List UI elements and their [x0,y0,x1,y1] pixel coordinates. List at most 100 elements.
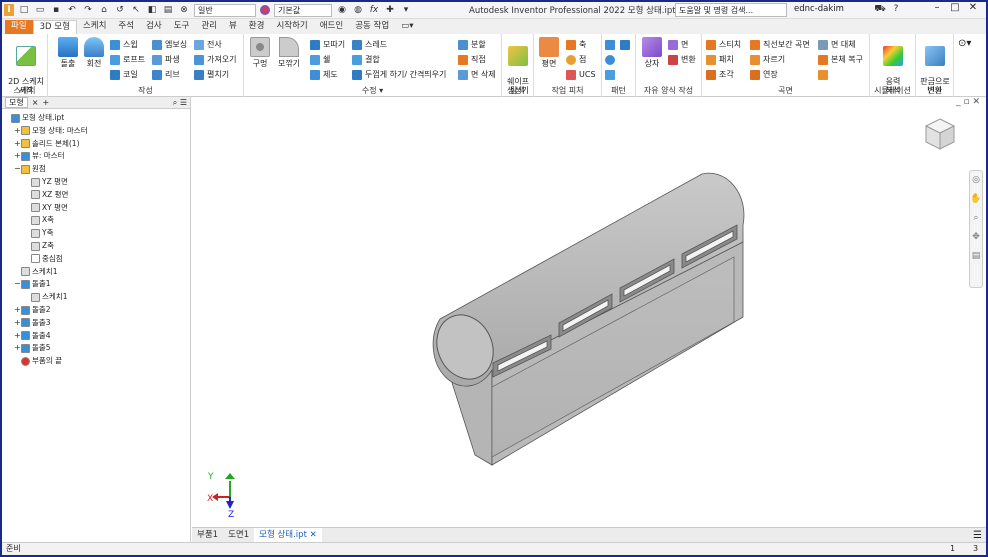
tree-node[interactable]: + 돌출5 [14,342,51,354]
freeform-convert-button[interactable]: 변환 [668,54,696,66]
steering-wheel-icon[interactable]: ◎ [970,171,982,190]
tab-view[interactable]: 뷰 [223,20,243,34]
tree-node[interactable]: Z축 [24,240,54,252]
add-browser-icon[interactable]: + [42,98,49,107]
inventor-logo-icon[interactable]: I [4,4,14,16]
tree-expander-icon[interactable]: − [14,163,21,175]
thicken-button[interactable]: 두껍게 하기/ 간격띄우기 [352,69,446,81]
appearance-dropdown[interactable]: 기본값 [274,3,332,17]
view-cube[interactable] [924,118,956,150]
viewport-window-controls[interactable]: _ ▫ ✕ [956,97,980,107]
doc-tab-active[interactable]: 모형 상태.ipt ✕ [254,528,322,542]
plane-button[interactable]: 평면 [538,37,560,68]
circ-pattern-button[interactable] [605,54,618,66]
help-icon[interactable]: ? [890,3,902,15]
fillet-button[interactable]: 모깎기 [276,37,302,68]
undo-icon[interactable]: ↶ [66,4,78,16]
tree-expander-icon[interactable]: + [14,317,21,329]
sketch-pattern-button[interactable] [605,69,618,81]
cart-icon[interactable]: ⛟ [874,3,886,15]
tree-node[interactable]: 스케치1 [14,266,57,278]
tree-node[interactable]: + 돌출2 [14,304,51,316]
close-browser-icon[interactable]: × [32,98,39,107]
tree-expander-icon[interactable]: + [14,330,21,342]
direct-button[interactable]: 직접 [458,54,486,66]
tree-node[interactable]: + 모형 상태: 마스터 [14,125,88,137]
appearance-icon[interactable]: ◍ [352,4,364,16]
home-icon[interactable]: ⌂ [98,4,110,16]
cancel-icon[interactable]: ⊗ [178,4,190,16]
chamfer-button[interactable]: 모따기 [310,39,345,51]
rib-button[interactable]: 리브 [152,69,180,81]
help-search-input[interactable]: 도움말 및 명령 검색... [675,3,787,17]
workspace-dropdown[interactable]: 일반 [194,3,256,17]
tab-collaborate[interactable]: 공동 작업 [349,20,395,34]
loft-button[interactable]: 로프트 [110,54,145,66]
graphics-viewport[interactable]: Y X Z _ ▫ ✕ ◎ ✋ ⌕ ✥ ▤ [192,97,986,527]
revolve-button[interactable]: 회전 [82,37,106,68]
tree-node[interactable]: 모형 상태.ipt [4,112,64,124]
tab-inspect[interactable]: 검사 [140,20,168,34]
tab-get-started[interactable]: 시작하기 [270,20,313,34]
tab-manage[interactable]: 관리 [195,20,223,34]
tabs-menu-icon[interactable]: ☰ [973,530,982,541]
hole-button[interactable]: 작성 구멍 [248,37,272,68]
tree-node[interactable]: 중심점 [24,253,63,265]
model-canvas[interactable]: Y X Z [192,97,986,527]
tree-expander-icon[interactable]: − [14,278,21,290]
tree-node[interactable]: + 솔리드 본체(1) [14,138,80,150]
tree-expander-icon[interactable]: + [14,125,21,137]
tree-node[interactable]: + 돌출4 [14,330,51,342]
look-at-icon[interactable]: ▤ [970,247,982,266]
sweep-button[interactable]: 스윕 [110,39,138,51]
tree-node[interactable]: XY 평면 [24,202,68,214]
maximize-icon[interactable]: □ [946,2,964,13]
doc-tab-drawing1[interactable]: 도면1 [223,528,254,542]
close-tab-icon[interactable]: ✕ [310,530,317,540]
color-icon[interactable] [260,5,270,15]
extend-button[interactable]: 연장 [750,69,778,81]
zoom-icon[interactable]: ⌕ [970,209,982,228]
point-button[interactable]: 점 [566,54,586,66]
update-icon[interactable]: ◧ [146,4,158,16]
tree-node[interactable]: X축 [24,214,54,226]
combine-button[interactable]: 결합 [352,54,380,66]
material-icon[interactable]: ◉ [336,4,348,16]
fit-mesh-button[interactable] [818,69,831,81]
import-button[interactable]: 가져오기 [194,54,236,66]
tab-3d-model[interactable]: 3D 모형 [32,20,77,34]
coil-button[interactable]: 코일 [110,69,138,81]
tree-expander-icon[interactable]: + [14,150,21,162]
ucs-button[interactable]: UCS [566,69,596,81]
tree-expander-icon[interactable]: + [14,342,21,354]
return-icon[interactable]: ↺ [114,4,126,16]
doc-tab-part1[interactable]: 부품1 [192,528,223,542]
axis-button[interactable]: 축 [566,39,586,51]
tree-node[interactable]: − 돌출1 [14,278,51,290]
shell-button[interactable]: 쉘 [310,54,330,66]
thread-button[interactable]: 스레드 [352,39,387,51]
save-icon[interactable]: ▪ [50,4,62,16]
delete-face-button[interactable]: 면 삭제 [458,69,496,81]
new-file-icon[interactable]: □ [18,4,30,16]
sculpt-button[interactable]: 조각 [706,69,734,81]
repair-bodies-button[interactable]: 본체 복구 [818,54,863,66]
fx-icon[interactable]: fx [368,4,380,16]
patch-button[interactable]: 패치 [706,54,734,66]
open-file-icon[interactable]: ▭ [34,4,46,16]
tree-node[interactable]: Y축 [24,227,53,239]
replace-face-button[interactable]: 면 대체 [818,39,856,51]
tree-node[interactable]: − 원점 [14,163,46,175]
tree-node[interactable]: YZ 평면 [24,176,68,188]
freeform-face-button[interactable]: 면 [668,39,688,51]
tab-file[interactable]: 파일 [5,20,33,34]
unwrap-button[interactable]: 펼치기 [194,69,229,81]
tree-node[interactable]: 부품의 끝 [14,355,62,367]
split-button[interactable]: 분할 [458,39,486,51]
trim-button[interactable]: 자르기 [750,54,785,66]
derive-button[interactable]: 파생 [152,54,180,66]
extrude-button[interactable]: 돌출 [56,37,80,68]
tree-node[interactable]: XZ 평면 [24,189,68,201]
ruled-surface-button[interactable]: 직선보간 곡면 [750,39,810,51]
tab-environments[interactable]: 환경 [243,20,271,34]
